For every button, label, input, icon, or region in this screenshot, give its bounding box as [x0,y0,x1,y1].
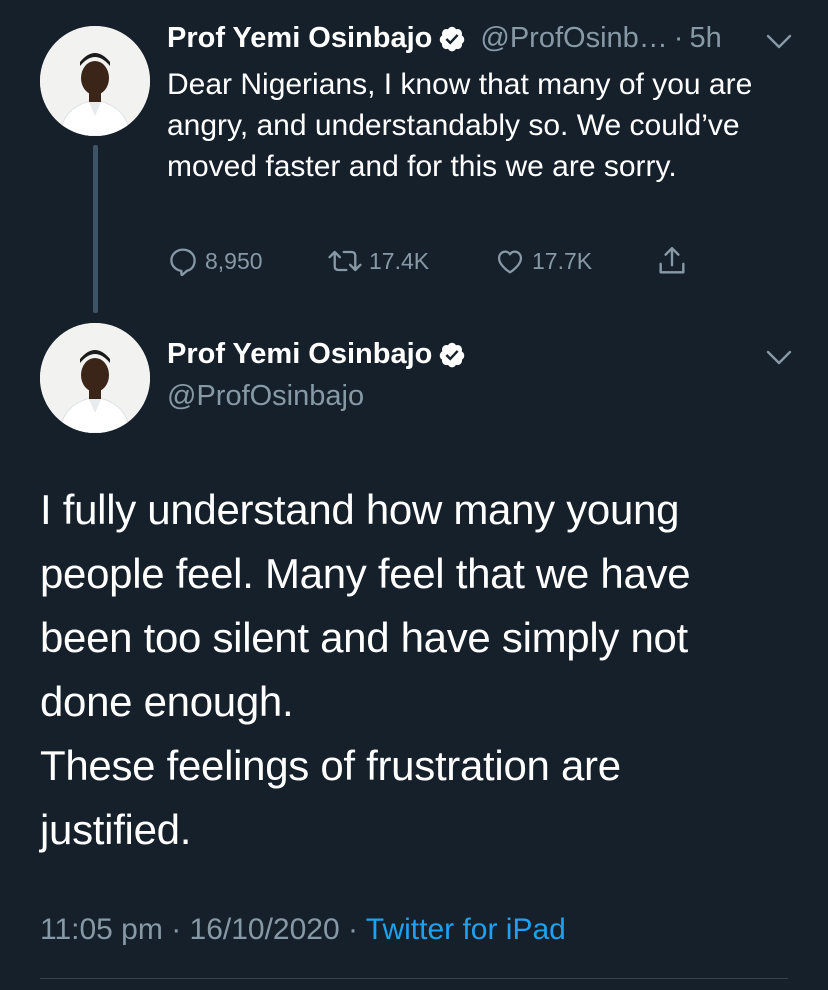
verified-badge-icon [438,25,466,53]
tweet-timestamp[interactable]: 11:05 pm · 16/10/2020 · [40,913,366,946]
chevron-down-icon[interactable] [766,34,792,55]
retweet-icon [327,245,363,277]
author-name[interactable]: Prof Yemi Osinbajo [167,338,432,371]
reply-count: 8,950 [205,247,263,274]
tweet-source-link[interactable]: Twitter for iPad [366,913,566,946]
author-handle[interactable]: @ProfOsinbajo [167,380,364,413]
heart-icon [494,245,526,277]
retweet-count: 17.4K [369,247,430,274]
chevron-down-icon[interactable] [766,350,792,371]
separator: · [673,22,684,54]
tweet-text: Dear Nigerians, I know that many of you … [167,68,753,183]
divider [40,978,788,979]
tweet-time[interactable]: 5h [689,22,721,55]
reply-icon [167,245,199,277]
tweet-header: Prof Yemi Osinbajo @ProfOsinb… · 5h [167,22,722,55]
verified-badge-icon [438,341,466,369]
reply-button[interactable]: 8,950 [167,245,263,277]
like-button[interactable]: 17.7K [494,245,592,277]
share-icon[interactable] [655,244,689,283]
like-count: 17.7K [532,247,593,274]
author-handle[interactable]: @ProfOsinb… [480,22,667,55]
tweet-header: Prof Yemi Osinbajo [167,338,466,371]
author-name[interactable]: Prof Yemi Osinbajo [167,22,432,55]
thread-connector [93,145,98,313]
tweet-body: I fully understand how many young people… [40,478,740,862]
avatar[interactable] [40,26,150,136]
tweet-meta: 11:05 pm · 16/10/2020 · Twitter for iPad [40,913,566,947]
tweet-paragraph: These feelings of frustration are justif… [40,742,621,853]
tweet-paragraph: I fully understand how many young people… [40,486,691,725]
avatar[interactable] [40,323,150,433]
retweet-button[interactable]: 17.4K [327,245,429,277]
